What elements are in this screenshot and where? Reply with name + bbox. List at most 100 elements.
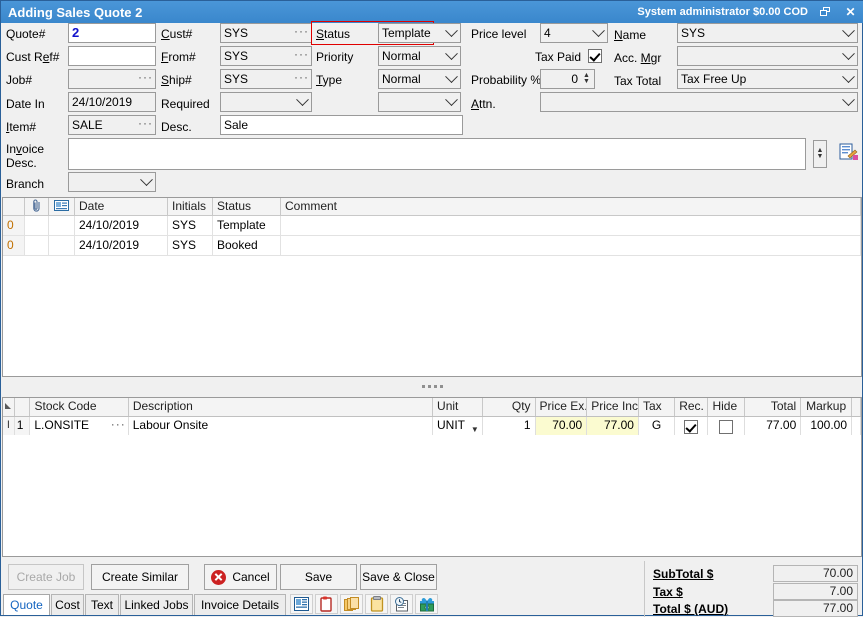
line-col-hide[interactable]: Hide — [708, 398, 744, 416]
history-row-attachment[interactable] — [25, 236, 49, 255]
acc-mgr-select[interactable] — [677, 46, 858, 66]
save-button[interactable]: Save — [280, 564, 357, 590]
line-row-price-inc[interactable]: 77.00 — [587, 417, 639, 435]
history-row-note[interactable] — [49, 236, 75, 255]
line-row-unit[interactable]: UNIT ▼ — [433, 417, 483, 435]
history-col-note[interactable] — [49, 198, 75, 215]
history-row-comment[interactable] — [281, 236, 861, 255]
cancel-button[interactable]: Cancel — [204, 564, 277, 590]
line-col-description[interactable]: Description — [129, 398, 433, 416]
tax-paid-checkbox[interactable] — [588, 49, 602, 63]
tab-linked-jobs[interactable]: Linked Jobs — [120, 594, 193, 615]
type-select[interactable]: Normal — [378, 69, 461, 89]
rec-checkbox[interactable] — [684, 420, 698, 434]
history-col-initials[interactable]: Initials — [168, 198, 213, 215]
close-window-button[interactable]: ✕ — [843, 5, 858, 20]
spinner-down-arrow[interactable]: ▼ — [817, 154, 824, 160]
line-col-rec[interactable]: Rec. — [675, 398, 708, 416]
table-row[interactable]: I 1 L.ONSITE ··· Labour Onsite UNIT ▼ 1 … — [3, 417, 861, 435]
chevron-down-icon[interactable] — [138, 174, 154, 190]
line-row-rec[interactable] — [675, 417, 708, 435]
clipboard-yellow-icon-button[interactable] — [365, 594, 388, 614]
invoice-desc-input[interactable] — [68, 138, 806, 170]
job-no-lookup-ellipsis[interactable]: ··· — [138, 70, 153, 88]
stock-code-lookup-ellipsis[interactable]: ··· — [111, 417, 126, 435]
line-col-markup[interactable]: Markup — [801, 398, 852, 416]
copy-pages-icon-button[interactable] — [340, 594, 363, 614]
status-select[interactable]: Template — [378, 23, 461, 43]
chevron-down-icon[interactable] — [840, 25, 856, 41]
history-row-note[interactable] — [49, 216, 75, 235]
name-select[interactable]: SYS — [677, 23, 858, 43]
valid-until-select[interactable] — [378, 92, 461, 112]
chevron-down-icon[interactable] — [590, 25, 606, 41]
from-no-lookup-ellipsis[interactable]: ··· — [294, 47, 309, 65]
job-no-input[interactable]: ··· — [68, 69, 156, 89]
quote-no-input[interactable]: 2 — [68, 23, 156, 43]
line-col-qty[interactable]: Qty — [483, 398, 536, 416]
chevron-down-icon[interactable] — [294, 94, 310, 110]
required-date-select[interactable] — [220, 92, 312, 112]
chevron-down-icon[interactable] — [443, 94, 459, 110]
history-clock-icon-button[interactable] — [390, 594, 413, 614]
date-in-input[interactable]: 24/10/2019 — [68, 92, 156, 112]
line-row-tax[interactable]: G — [639, 417, 675, 435]
priority-select[interactable]: Normal — [378, 46, 461, 66]
invoice-desc-edit-icon[interactable] — [839, 143, 858, 161]
chevron-down-icon[interactable] — [443, 71, 459, 87]
tab-invoice-details[interactable]: Invoice Details — [194, 594, 286, 615]
chevron-down-icon[interactable]: ▼ — [471, 421, 479, 435]
cust-ref-input[interactable] — [68, 46, 156, 66]
chevron-down-icon[interactable] — [840, 48, 856, 64]
restore-window-button[interactable] — [818, 5, 833, 20]
money-gift-icon-button[interactable] — [415, 594, 438, 614]
item-no-input[interactable]: SALE ··· — [68, 115, 156, 135]
history-col-comment[interactable]: Comment — [281, 198, 861, 215]
ship-no-lookup-ellipsis[interactable]: ··· — [294, 70, 309, 88]
line-row-description[interactable]: Labour Onsite — [129, 417, 433, 435]
history-col-status[interactable]: Status — [213, 198, 281, 215]
save-close-button[interactable]: Save & Close — [360, 564, 437, 590]
probability-spinner[interactable]: ▲▼ — [580, 71, 593, 87]
line-col-total[interactable]: Total — [745, 398, 802, 416]
clipboard-red-icon-button[interactable] — [315, 594, 338, 614]
create-job-button[interactable]: Create Job — [8, 564, 84, 590]
history-col-attachment[interactable] — [25, 198, 49, 215]
branch-select[interactable] — [68, 172, 156, 192]
chevron-down-icon[interactable] — [840, 71, 856, 87]
from-no-input[interactable]: SYS ··· — [220, 46, 312, 66]
probability-input[interactable]: 0 ▲▼ — [540, 69, 595, 89]
spinner-down-arrow[interactable]: ▼ — [583, 79, 590, 85]
history-row-attachment[interactable] — [25, 216, 49, 235]
line-col-stock-code[interactable]: Stock Code — [30, 398, 128, 416]
attn-select[interactable] — [540, 92, 858, 112]
cust-no-input[interactable]: SYS ··· — [220, 23, 312, 43]
invoice-desc-scroll-spinner[interactable]: ▲ ▼ — [813, 140, 827, 168]
line-col-tax[interactable]: Tax — [639, 398, 675, 416]
cust-no-lookup-ellipsis[interactable]: ··· — [294, 24, 309, 42]
line-col-unit[interactable]: Unit — [433, 398, 483, 416]
line-col-price-inc[interactable]: Price Inc. — [587, 398, 639, 416]
tax-total-select[interactable]: Tax Free Up — [677, 69, 858, 89]
line-row-qty[interactable]: 1 — [483, 417, 536, 435]
tab-quote[interactable]: Quote — [3, 594, 50, 615]
table-row[interactable]: 0 24/10/2019 SYS Booked — [3, 236, 861, 256]
price-level-select[interactable]: 4 — [540, 23, 608, 43]
chevron-down-icon[interactable] — [443, 48, 459, 64]
report-icon-button[interactable] — [290, 594, 313, 614]
panel-splitter[interactable] — [2, 379, 862, 393]
desc-input[interactable]: Sale — [220, 115, 463, 135]
tab-cost[interactable]: Cost — [51, 594, 84, 615]
history-col-date[interactable]: Date — [75, 198, 168, 215]
line-row-stock-code[interactable]: L.ONSITE ··· — [30, 417, 128, 435]
item-no-lookup-ellipsis[interactable]: ··· — [138, 116, 153, 134]
hide-checkbox[interactable] — [719, 420, 733, 434]
chevron-down-icon[interactable] — [840, 94, 856, 110]
tab-text[interactable]: Text — [85, 594, 119, 615]
line-row-price-ex[interactable]: 70.00 — [536, 417, 588, 435]
table-row[interactable]: 0 24/10/2019 SYS Template — [3, 216, 861, 236]
line-col-price-ex[interactable]: Price Ex. — [536, 398, 588, 416]
line-row-markup[interactable]: 100.00 — [801, 417, 852, 435]
line-row-hide[interactable] — [708, 417, 744, 435]
chevron-down-icon[interactable] — [443, 25, 459, 41]
